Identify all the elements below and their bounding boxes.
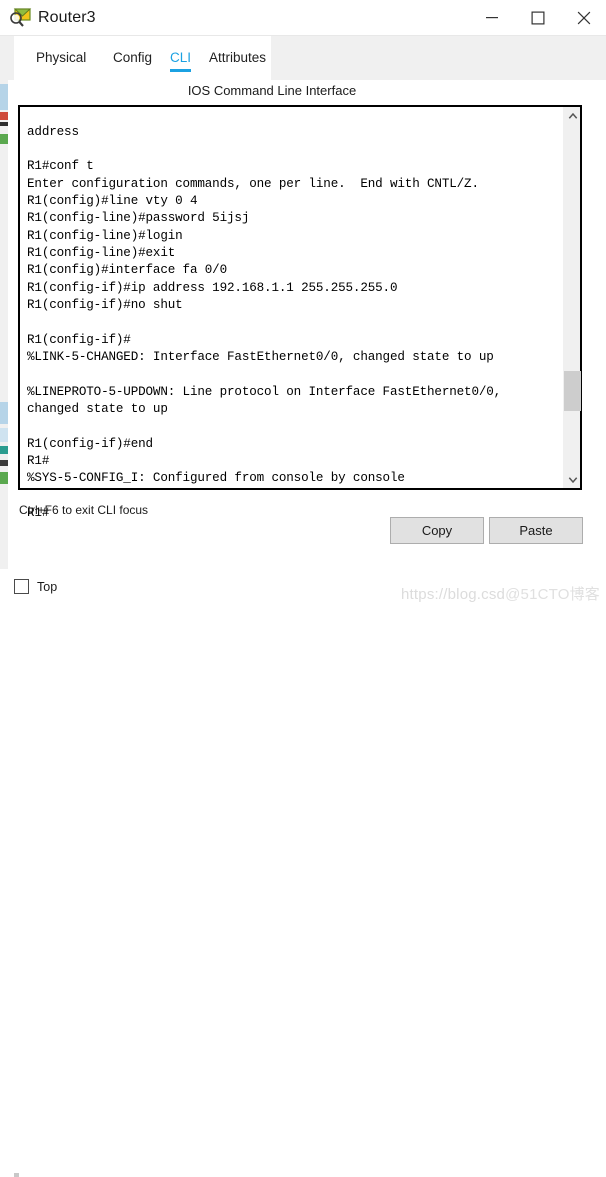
scrollbar-down-button[interactable]	[564, 471, 581, 488]
tab-strip: Physical Config CLI Attributes	[0, 36, 606, 80]
watermark-brand: @51CTO博客	[505, 586, 600, 603]
paste-button[interactable]: Paste	[489, 517, 583, 544]
router-cli-window: Router3 Physical Config CLI Attributes I…	[0, 0, 606, 1177]
background-app-sliver	[0, 36, 8, 609]
top-checkbox-label: Top	[37, 580, 58, 594]
terminal-output: address R1#conf t Enter configuration co…	[27, 124, 502, 521]
window-title: Router3	[38, 9, 96, 26]
minimize-button[interactable]	[469, 0, 515, 36]
terminal-frame[interactable]: address R1#conf t Enter configuration co…	[18, 105, 582, 520]
maximize-button[interactable]	[515, 0, 561, 36]
tab-config[interactable]: Config	[113, 36, 152, 80]
close-button[interactable]	[561, 0, 606, 36]
scrollbar-up-button[interactable]	[564, 107, 581, 124]
router-device-icon	[10, 8, 32, 28]
copy-button[interactable]: Copy	[390, 517, 484, 544]
tab-active-indicator	[170, 69, 192, 72]
watermark: https://blog.csd@51CTO博客	[401, 583, 600, 604]
terminal-scrollbar[interactable]	[563, 107, 581, 488]
tab-cli[interactable]: CLI	[170, 36, 192, 80]
title-bar: Router3	[0, 0, 606, 36]
tab-physical[interactable]: Physical	[36, 36, 86, 80]
tab-config-label: Config	[113, 50, 153, 65]
tab-attributes-label: Attributes	[209, 50, 267, 65]
tab-attributes[interactable]: Attributes	[209, 36, 266, 80]
cli-content-panel: IOS Command Line Interface address R1#co…	[14, 80, 592, 569]
tab-physical-label: Physical	[36, 50, 87, 65]
chevron-down-icon	[568, 476, 577, 483]
chevron-up-icon	[568, 112, 577, 119]
minimize-icon	[486, 17, 498, 19]
maximize-icon	[531, 11, 545, 25]
cli-focus-hint: Ctrl+F6 to exit CLI focus	[19, 503, 149, 517]
watermark-url: https://blog.csd	[401, 586, 506, 603]
checkbox-box-icon	[14, 579, 29, 594]
panel-heading: IOS Command Line Interface	[187, 83, 357, 98]
tab-cli-label: CLI	[170, 50, 192, 65]
bottom-edge-marker	[14, 1173, 19, 1177]
scrollbar-thumb[interactable]	[564, 371, 581, 411]
close-icon	[577, 11, 591, 25]
